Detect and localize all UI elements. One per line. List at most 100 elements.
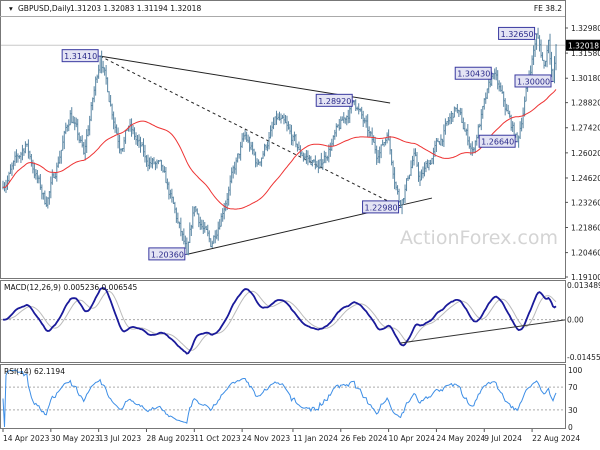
price-bar [36,169,39,184]
price-bar [383,141,385,147]
price-bar [461,108,463,124]
date-tick-label: 10 Apr 2024 [389,434,436,443]
price-bar [82,142,85,155]
price-bar [438,141,441,145]
price-bar [217,221,220,241]
price-bar [39,174,42,190]
price-bar [384,138,387,146]
price-bar [21,144,24,161]
price-bar [24,141,27,154]
fib-note: FE 38.2 [534,4,562,13]
price-bar [202,219,205,234]
ohlc-readout: 1.31203 1.32083 1.31194 1.32018 [70,4,201,13]
price-bar [184,235,187,249]
price-tick-label: 1.20460 [571,249,600,258]
price-bar [371,127,373,146]
price-bar [150,156,152,168]
price-bar [79,136,82,143]
price-bar [159,159,161,162]
price-bar [135,132,137,145]
price-bar [550,51,553,78]
price-bar [292,134,294,146]
price-bar [260,157,263,167]
price-bar [365,115,367,128]
date-tick-label: 28 Aug 2023 [146,434,194,443]
price-bar [269,125,272,139]
price-bar [259,161,261,166]
price-bar [505,103,508,112]
price-bar [378,146,381,164]
price-bar [323,150,326,164]
price-bar [14,151,16,167]
price-bar [278,111,281,121]
price-bar [450,110,453,124]
price-bar [50,176,52,199]
price-bar [84,139,87,161]
chart-canvas[interactable]: ▾ GBPUSD,Daily 1.31203 1.32083 1.31194 1… [0,0,600,450]
price-bar [112,111,115,130]
price-bar [144,144,146,163]
price-bar [214,230,217,244]
price-bar [425,160,427,173]
price-bar [197,213,200,228]
price-bar [462,117,465,130]
price-bar [317,159,320,174]
price-bar [489,78,492,88]
price-bar [481,105,484,119]
pivot-label: 1.30430 [457,70,490,79]
price-bar [196,208,199,215]
macd-label: MACD(12,26,9) 0.005236 0.006545 [4,283,138,292]
price-bar [17,153,19,163]
price-bar [377,149,379,164]
price-bar [147,154,149,172]
price-bar [145,155,148,167]
price-bar [359,108,362,112]
price-bar [307,150,309,166]
price-bar [353,100,356,106]
price-bar [344,117,347,124]
price-bar [100,50,103,74]
price-bar [549,33,551,65]
price-bar [486,88,489,99]
price-bar [2,180,4,190]
price-bar [401,199,403,215]
price-tick-label: 1.30180 [571,74,600,83]
pivot-label: 1.20360 [151,250,184,259]
price-bar [284,114,287,124]
price-bar [75,117,78,128]
price-bar [93,86,95,103]
price-bar [404,184,406,203]
price-tick-label: 1.32980 [571,24,600,33]
price-bar [123,136,125,152]
rsi-tick-label: 0 [568,423,573,432]
price-bar [72,115,75,124]
price-bar [212,235,215,244]
rsi-tick-label: 70 [568,383,578,392]
price-bar [405,178,408,192]
dropdown-arrow-icon[interactable]: ▾ [9,4,13,13]
price-bar [283,113,285,125]
price-bar [99,55,101,74]
price-bar [73,116,76,131]
price-bar [381,139,384,146]
price-bar [431,157,433,165]
price-bar [221,208,224,222]
price-bar [496,70,499,90]
price-bar [200,219,203,230]
price-bar [166,178,169,190]
price-bar [81,135,84,148]
price-bar [537,27,539,39]
price-bar [510,114,512,131]
price-bar [227,186,230,206]
price-bar [335,123,338,137]
price-bar [298,141,300,151]
price-bar [250,141,252,151]
pivot-label: 1.28920 [318,97,351,106]
price-bar [435,138,438,152]
price-bar [63,130,66,150]
price-bar [499,82,502,92]
price-bar [380,144,382,159]
price-bar [174,201,176,214]
current-price-label: 1.32018 [568,41,599,50]
price-tick-label: 1.21860 [571,223,600,232]
